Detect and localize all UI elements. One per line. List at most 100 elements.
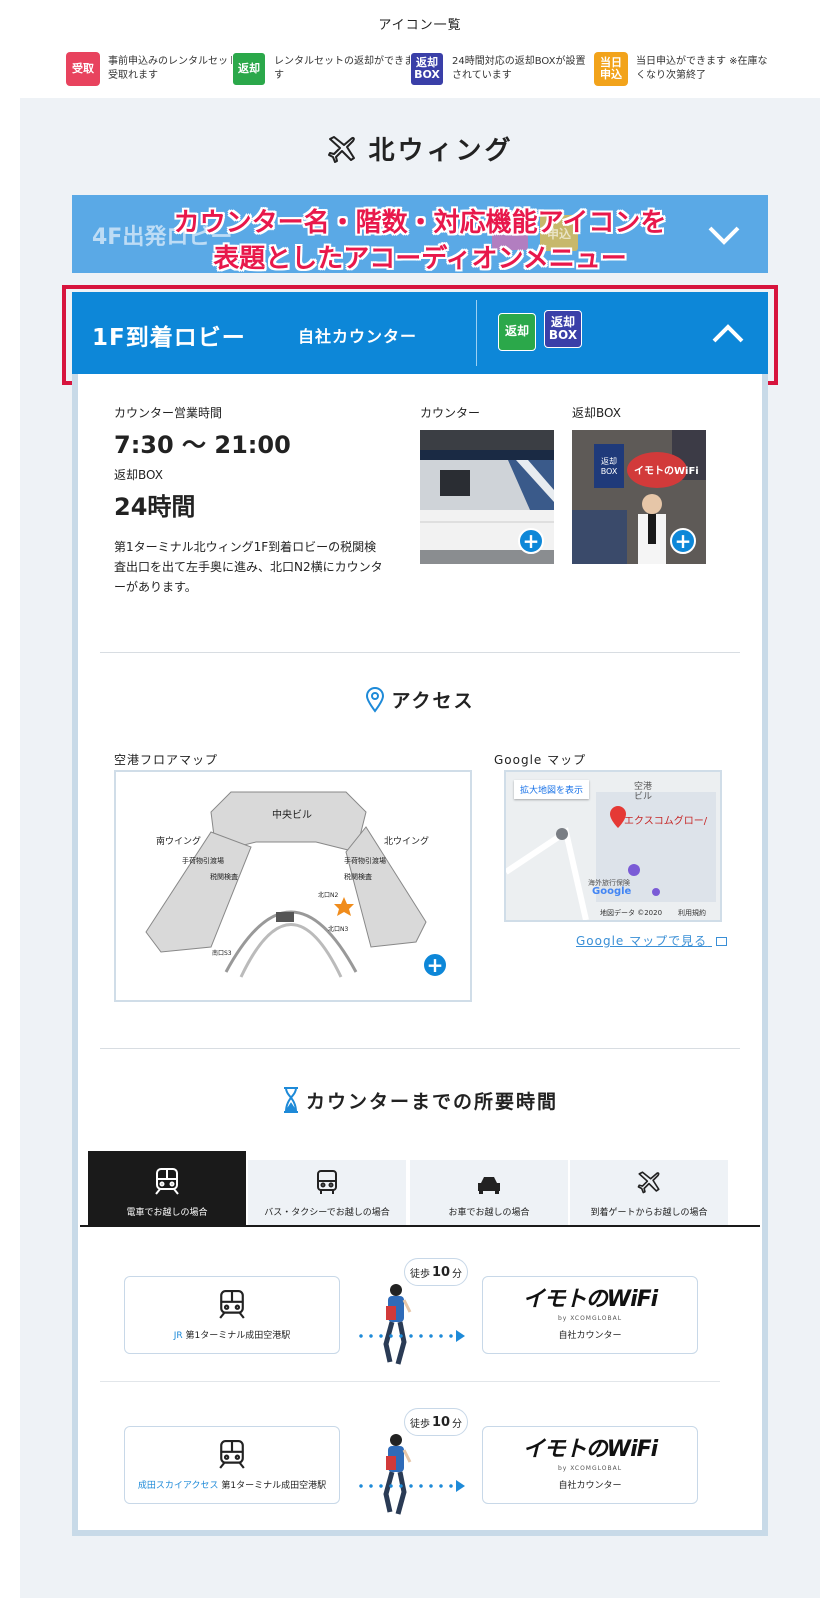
- imoto-wifi-logo: イモトのWiFi: [522, 1287, 658, 1312]
- walk-unit: 分: [452, 1268, 463, 1280]
- enlarge-plus-icon[interactable]: +: [670, 528, 696, 554]
- return-box-label: 返却BOX: [114, 468, 163, 482]
- return-box-photo-box: 返却 BOX: [600, 457, 618, 476]
- floor-map[interactable]: 中央ビル 南ウイング 北ウイング 手荷物引渡場 手荷物引渡場 税関検査 税関検査…: [114, 770, 472, 1002]
- photo-label-counter: カウンター: [420, 406, 481, 420]
- walking-person-icon: [383, 1284, 412, 1365]
- map-data-credit: 地図データ ©2020: [600, 909, 663, 917]
- legend-item-return-box: 返却 BOX 24時間対応の返却BOXが設置されています: [410, 52, 592, 86]
- annotation-line: 表題としたアコーディオンメニュー: [213, 244, 627, 274]
- legend-text: 24時間対応の返却BOXが設置されています: [452, 56, 586, 81]
- tab-label: 電車でお越しの場合: [126, 1208, 208, 1218]
- hours-label: カウンター営業時間: [114, 406, 223, 420]
- legend-text: レンタルセットの返却ができます: [274, 56, 414, 81]
- route-from-card: 成田スカイアクセス 第1ターミナル成田空港駅: [124, 1426, 340, 1504]
- wing-title-text: 北ウィング: [368, 136, 514, 166]
- walk-prefix: 徒歩: [409, 1418, 430, 1430]
- route-arrow-dots: [356, 1484, 458, 1488]
- line-name: JR: [173, 1331, 183, 1341]
- route-from-card: JR 第1ターミナル成田空港駅: [124, 1276, 340, 1354]
- hourglass-icon: [283, 1087, 298, 1113]
- route-arrow-dots: [356, 1334, 458, 1338]
- car-icon: [478, 1177, 500, 1194]
- return-box-value: 24時間: [114, 493, 196, 521]
- tab-label: お車でお越しの場合: [448, 1208, 530, 1218]
- google-map-open-link[interactable]: Google マップで見る: [576, 932, 727, 949]
- walk-minutes: 10: [431, 1414, 451, 1430]
- counter-photo[interactable]: +: [420, 430, 554, 564]
- destination-label: 自社カウンター: [558, 1481, 622, 1491]
- airplane-icon: [637, 1171, 660, 1194]
- same-day-badge: 当日 申込: [594, 52, 628, 86]
- google-map[interactable]: 拡大地図を表示 空港 ビル エクスコムグロー/ 海外旅行保険 Google 地図…: [504, 770, 722, 922]
- hours-value: 7:30 〜 21:00: [114, 431, 291, 459]
- train-icon: [155, 1168, 179, 1195]
- counter-description: 第1ターミナル北ウィング1F到着ロビーの税関検査出口を出て左手奥に進み、北口N2…: [114, 540, 383, 594]
- station-name: 第1ターミナル成田空港駅: [185, 1331, 291, 1341]
- google-map-link-text: Google マップで見る: [576, 934, 708, 948]
- enlarge-plus-icon[interactable]: +: [422, 952, 448, 978]
- duration-title-text: カウンターまでの所要時間: [305, 1090, 558, 1113]
- destination-label: 自社カウンター: [558, 1331, 622, 1341]
- return-box-photo-sign: イモトのWiFi: [634, 466, 699, 477]
- airplane-icon: [328, 135, 356, 163]
- walk-unit: 分: [452, 1418, 463, 1430]
- annotation-line: カウンター名・階数・対応機能アイコンを: [173, 208, 667, 238]
- map-label: 手荷物引渡場: [344, 857, 386, 865]
- walk-prefix: 徒歩: [409, 1268, 430, 1280]
- xcom-global-logo: by XCOMGLOBAL: [557, 1465, 623, 1472]
- external-link-icon: [715, 937, 727, 946]
- annotation-callout: カウンター名・階数・対応機能アイコンを 表題としたアコーディオンメニュー: [72, 205, 768, 277]
- walk-time-bubble: 徒歩 10 分: [404, 1408, 468, 1436]
- train-icon: [219, 1290, 245, 1319]
- legend-item-same-day: 当日 申込 当日申込ができます ※在庫なくなり次第終了: [594, 52, 776, 86]
- access-title: アクセス: [0, 686, 840, 713]
- map-terms-link[interactable]: 利用規約: [678, 908, 706, 918]
- map-label: 税関検査: [344, 873, 372, 881]
- route-to-card: イモトのWiFi by XCOMGLOBAL 自社カウンター: [482, 1426, 698, 1504]
- map-place-label: エクスコムグロー/: [624, 816, 708, 827]
- tab-car[interactable]: お車でお越しの場合: [410, 1160, 568, 1226]
- legend-text: 事前申込みのレンタルセットを受取れます: [108, 56, 248, 81]
- map-label: 手荷物引渡場: [182, 857, 224, 865]
- floor-map-label: 空港フロアマップ: [114, 753, 219, 767]
- tab-train[interactable]: 電車でお越しの場合: [88, 1151, 246, 1226]
- map-label: 南口S3: [212, 950, 232, 957]
- map-label: 北口N3: [328, 926, 349, 933]
- line-name: 成田スカイアクセス: [137, 1481, 219, 1491]
- return-badge: 返却: [232, 52, 266, 86]
- location-pin-icon: [366, 686, 385, 713]
- section-divider: [100, 652, 740, 653]
- walk-minutes: 10: [431, 1264, 451, 1280]
- map-label: 南ウイング: [156, 837, 202, 847]
- legend-item-return: 返却 レンタルセットの返却ができます: [232, 52, 414, 86]
- map-label: 北ウイング: [384, 837, 430, 847]
- section-divider: [100, 1048, 740, 1049]
- annotation-highlight-box: [62, 285, 778, 385]
- train-icon: [219, 1440, 245, 1469]
- wing-title: 北ウィング: [20, 130, 820, 167]
- return-box-photo[interactable]: イモトのWiFi 返却 BOX +: [572, 430, 706, 564]
- enlarge-map-link[interactable]: 拡大地図を表示: [514, 780, 590, 799]
- station-name: 第1ターミナル成田空港駅: [221, 1481, 327, 1491]
- map-label: 中央ビル: [272, 810, 312, 821]
- route-from-text: JR 第1ターミナル成田空港駅: [174, 1328, 291, 1341]
- enlarge-plus-icon[interactable]: +: [518, 528, 544, 554]
- badge-line: BOX: [414, 68, 440, 81]
- map-label: 税関検査: [210, 873, 238, 881]
- tab-bus-taxi[interactable]: バス・タクシーでお越しの場合: [248, 1160, 406, 1226]
- google-map-label: Google マップ: [494, 753, 587, 767]
- map-label: 北口N2: [318, 892, 339, 899]
- legend-title: アイコン一覧: [378, 18, 462, 33]
- badge-line: 申込: [600, 68, 622, 81]
- receive-badge: 受取: [66, 52, 100, 86]
- route-arrow-head: [456, 1480, 465, 1492]
- photo-label-return-box: 返却BOX: [572, 406, 621, 420]
- tab-underline: [80, 1225, 760, 1227]
- tab-arrival-gate[interactable]: 到着ゲートからお越しの場合: [570, 1160, 728, 1226]
- legend-item-receive: 受取 事前申込みのレンタルセットを受取れます: [66, 52, 248, 86]
- route-from-text: 成田スカイアクセス 第1ターミナル成田空港駅: [138, 1478, 326, 1491]
- tab-label: 到着ゲートからお越しの場合: [590, 1208, 708, 1218]
- walk-time-bubble: 徒歩 10 分: [404, 1258, 468, 1286]
- duration-title: カウンターまでの所要時間: [0, 1086, 840, 1114]
